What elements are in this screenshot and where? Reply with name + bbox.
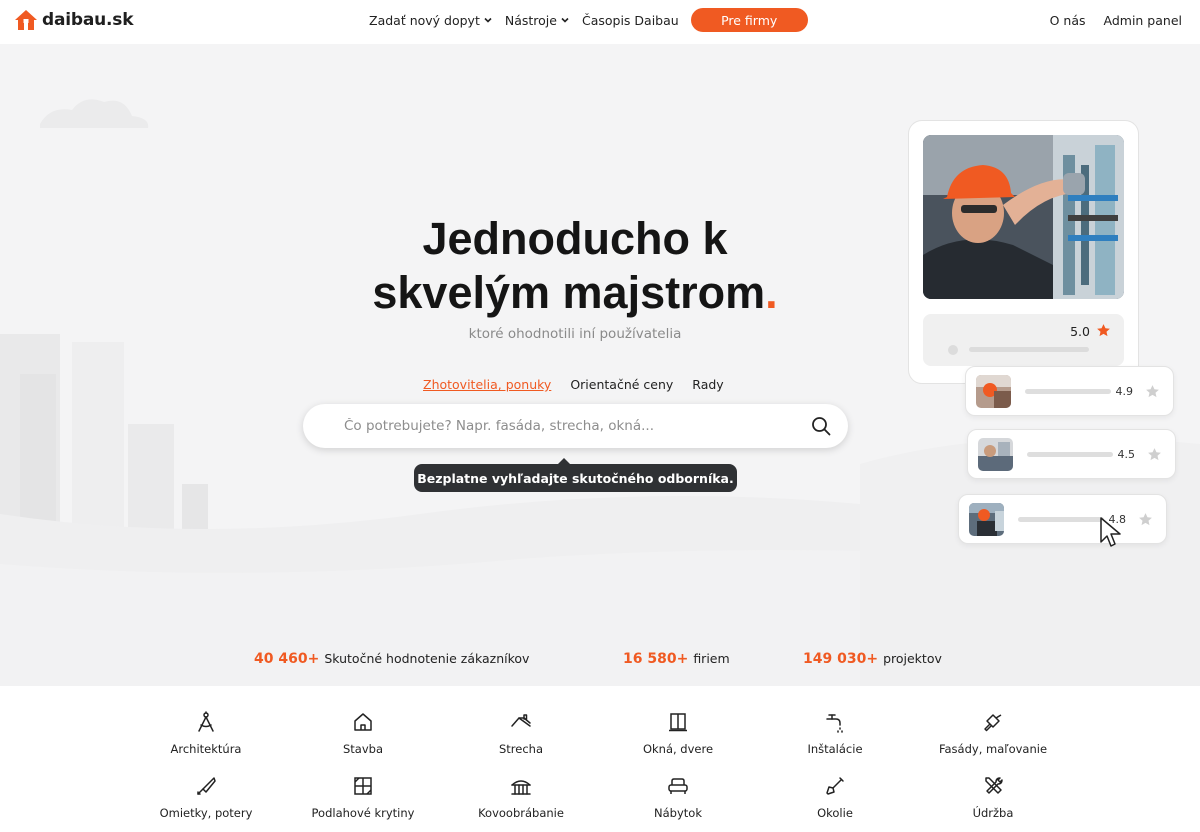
stat-label: Skutočné hodnotenie zákazníkov	[324, 651, 530, 666]
review-placeholder-bar	[1027, 452, 1113, 457]
sofa-icon	[668, 778, 688, 794]
tab-advice[interactable]: Rady	[692, 377, 723, 392]
top-navbar: daibau.sk Zadať nový dopyt Nástroje Časo…	[0, 0, 1200, 44]
search-icon[interactable]	[811, 416, 831, 436]
compass-icon	[198, 711, 214, 732]
chevron-down-icon	[484, 17, 492, 23]
star-icon	[1148, 448, 1161, 461]
gate-icon	[511, 780, 531, 795]
review-card: 4.8	[958, 494, 1167, 544]
stat-number: 16 580+	[623, 651, 689, 667]
star-icon	[1097, 324, 1110, 337]
search-input[interactable]	[344, 418, 774, 434]
contractor-thumbnail	[978, 438, 1013, 471]
tools-icon	[985, 777, 1003, 794]
category-architecture[interactable]: Architektúra	[131, 711, 281, 757]
hero-subheadline: ktoré ohodnotili iní používatelia	[468, 326, 682, 342]
nav-new-request[interactable]: Zadať nový dopyt	[369, 8, 493, 32]
right-nav: O nás Admin panel	[1050, 8, 1182, 32]
stat-label: firiem	[693, 651, 730, 666]
category-label: Stavba	[342, 742, 383, 756]
nav-magazine[interactable]: Časopis Daibau	[582, 8, 679, 32]
review-score: 4.5	[1117, 448, 1136, 461]
category-facades-painting[interactable]: Fasády, maľovanie	[918, 711, 1068, 757]
roof-icon	[511, 714, 531, 727]
hero-headline: Jednoducho k skvelým majstrom.	[300, 212, 850, 320]
faucet-icon	[826, 714, 843, 733]
category-label: Strecha	[498, 742, 544, 756]
rating-placeholder-bar	[969, 347, 1089, 352]
for-companies-button[interactable]: Pre firmy	[690, 8, 808, 32]
nav-tools[interactable]: Nástroje	[505, 8, 570, 32]
stat-label: projektov	[883, 651, 942, 666]
rating-placeholder-dot	[948, 345, 958, 355]
category-roof[interactable]: Strecha	[446, 711, 596, 757]
category-installations[interactable]: Inštalácie	[760, 711, 910, 757]
tab-contractors[interactable]: Zhotovitelia, ponuky	[423, 377, 551, 392]
stat-number: 149 030+	[803, 651, 879, 667]
logo-text: daibau.sk	[42, 10, 134, 30]
house-icon	[354, 713, 372, 731]
headline-line-1: Jednoducho k	[422, 213, 728, 264]
category-label: Inštalácie	[807, 742, 863, 756]
category-windows-doors[interactable]: Okná, dvere	[603, 711, 753, 757]
category-label: Podlahové krytiny	[311, 806, 415, 820]
category-metalwork[interactable]: Kovoobrábanie	[446, 775, 596, 821]
trowel-icon	[197, 777, 216, 795]
featured-rating: 5.0	[923, 314, 1124, 366]
nav-magazine-label: Časopis Daibau	[581, 12, 679, 28]
nav-new-request-label: Zadať nový dopyt	[369, 12, 480, 28]
stat-number: 40 460+	[254, 651, 320, 667]
tab-prices[interactable]: Orientačné ceny	[570, 377, 673, 392]
stat-companies: 16 580+ firiem	[623, 651, 730, 667]
category-grid: Architektúra Stavba Strecha Okná, dvere …	[0, 686, 1200, 832]
search-bar	[303, 404, 848, 448]
contractor-thumbnail	[976, 375, 1011, 408]
star-icon	[1146, 385, 1159, 398]
star-icon	[1139, 513, 1152, 526]
category-label: Okná, dvere	[642, 742, 714, 756]
category-label: Omietky, potery	[159, 806, 253, 820]
review-placeholder-bar	[1018, 517, 1104, 522]
review-card: 4.9	[965, 366, 1174, 416]
search-tabs: Zhotovitelia, ponuky Orientačné ceny Rad…	[423, 377, 724, 392]
category-plaster-screed[interactable]: Omietky, potery	[131, 775, 281, 821]
category-construction[interactable]: Stavba	[288, 711, 438, 757]
stat-projects: 149 030+ projektov	[803, 651, 942, 667]
rating-score: 5.0	[1070, 324, 1090, 339]
floor-tiles-icon	[354, 777, 372, 795]
main-nav: Zadať nový dopyt Nástroje Časopis Daibau…	[369, 8, 808, 32]
shovel-icon	[826, 777, 844, 795]
category-label: Kovoobrábanie	[478, 806, 564, 820]
admin-panel-link[interactable]: Admin panel	[1104, 13, 1183, 28]
review-placeholder-bar	[1025, 389, 1111, 394]
category-floor-coverings[interactable]: Podlahové krytiny	[288, 775, 438, 821]
category-label: Okolie	[817, 806, 853, 820]
mouse-cursor-icon	[1100, 517, 1121, 547]
review-card: 4.5	[967, 429, 1176, 479]
house-logo-icon	[15, 10, 37, 30]
category-surroundings[interactable]: Okolie	[760, 775, 910, 821]
category-maintenance[interactable]: Údržba	[918, 775, 1068, 821]
chevron-down-icon	[561, 17, 569, 23]
category-label: Nábytok	[654, 806, 702, 820]
category-furniture[interactable]: Nábytok	[603, 775, 753, 821]
featured-review-card: 5.0	[908, 120, 1139, 384]
review-score: 4.9	[1115, 385, 1134, 398]
logo[interactable]: daibau.sk	[14, 9, 133, 31]
headline-line-2: skvelým majstrom	[372, 267, 766, 318]
window-icon	[669, 713, 687, 732]
category-label: Fasády, maľovanie	[938, 742, 1048, 756]
electrician-photo	[923, 135, 1124, 299]
contractor-thumbnail	[969, 503, 1004, 536]
stats-bar: 40 460+ Skutočné hodnotenie zákazníkov 1…	[0, 651, 1200, 671]
search-tooltip: Bezplatne vyhľadajte skutočného odborník…	[414, 458, 737, 492]
nav-tools-label: Nástroje	[504, 12, 557, 28]
stat-reviews: 40 460+ Skutočné hodnotenie zákazníkov	[254, 651, 529, 667]
headline-accent-dot: .	[765, 267, 778, 318]
category-label: Údržba	[972, 806, 1014, 820]
category-label: Architektúra	[170, 742, 242, 756]
paint-roller-icon	[984, 714, 1002, 732]
about-link[interactable]: O nás	[1050, 13, 1086, 28]
